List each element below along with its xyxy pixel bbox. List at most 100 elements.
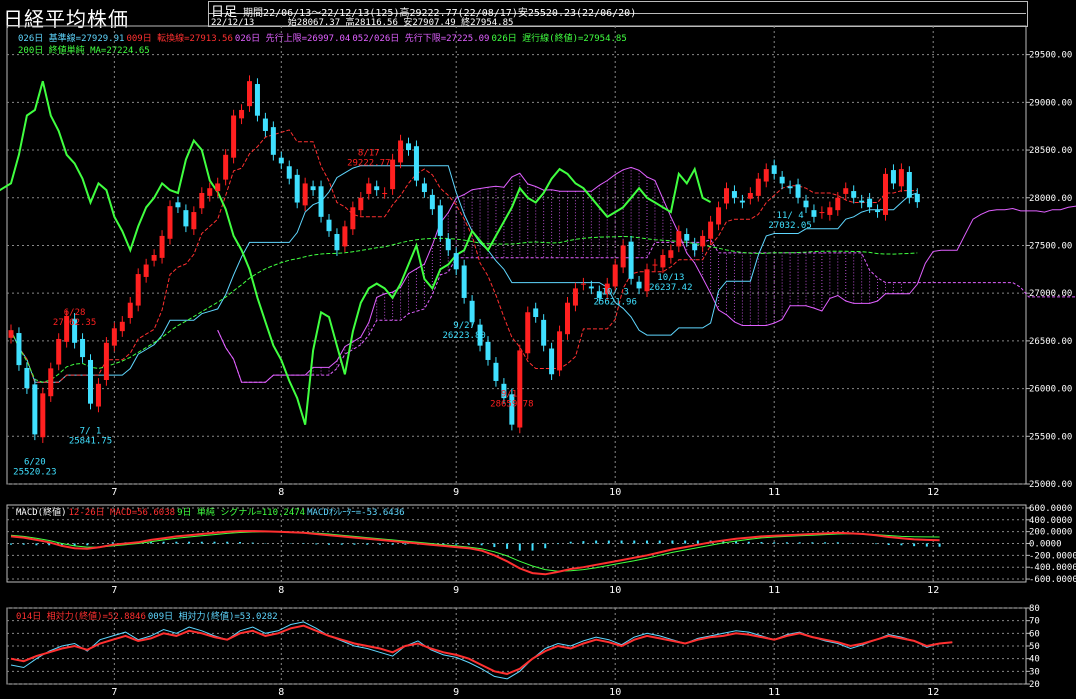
candle-body bbox=[461, 265, 467, 298]
rsi-ytick-label: 80 bbox=[1029, 604, 1040, 614]
candle-body bbox=[588, 286, 594, 289]
candle-body bbox=[843, 188, 849, 194]
annotation-date: 9/27 bbox=[453, 321, 475, 331]
annotation-date: 11/ 4 bbox=[777, 211, 804, 221]
candle-body bbox=[859, 200, 865, 203]
candle-body bbox=[906, 171, 912, 198]
price-xtick-label: 8 bbox=[278, 487, 284, 498]
candle-body bbox=[413, 146, 419, 181]
rsi-xtick-label: 9 bbox=[453, 687, 459, 698]
macd-ytick-label: -200.0000 bbox=[1029, 551, 1076, 561]
candle-body bbox=[867, 198, 873, 208]
candle-body bbox=[358, 197, 364, 211]
candle-body bbox=[111, 328, 117, 346]
candle-body bbox=[747, 192, 753, 199]
candle-body bbox=[270, 127, 276, 155]
candle-body bbox=[366, 183, 372, 194]
rsi-ytick-label: 30 bbox=[1029, 667, 1040, 677]
annotation-date: 6/28 bbox=[64, 308, 86, 318]
candle-body bbox=[215, 183, 221, 192]
annotation-value: 28659.78 bbox=[490, 400, 533, 410]
candle-body bbox=[310, 186, 316, 191]
rsi-xtick-label: 8 bbox=[278, 687, 284, 698]
candle-body bbox=[485, 341, 491, 360]
candle-body bbox=[716, 207, 722, 225]
macd-ytick-label: -400.0000 bbox=[1029, 563, 1076, 573]
candle-body bbox=[692, 243, 698, 251]
candle-body bbox=[851, 191, 857, 198]
macd-xtick-label: 11 bbox=[768, 585, 780, 596]
candle-body bbox=[724, 188, 729, 204]
candle-body bbox=[421, 183, 427, 193]
rsi-xtick-label: 12 bbox=[927, 687, 939, 698]
macd-xtick-label: 8 bbox=[278, 585, 284, 596]
candle-body bbox=[811, 210, 817, 217]
candle-body bbox=[437, 205, 443, 236]
candle-body bbox=[191, 212, 197, 230]
candle-body bbox=[708, 221, 714, 239]
candle-body bbox=[787, 186, 793, 189]
candle-body bbox=[827, 207, 833, 215]
candle-body bbox=[731, 191, 737, 198]
macd-xtick-label: 7 bbox=[111, 585, 117, 596]
candle-body bbox=[175, 202, 181, 208]
rsi-ytick-label: 50 bbox=[1029, 642, 1040, 652]
candle-body bbox=[668, 250, 674, 258]
candle-body bbox=[390, 159, 396, 190]
candle-body bbox=[636, 281, 642, 289]
annotation-value: 29222.77 bbox=[347, 158, 390, 168]
macd-ytick-label: 0.0000 bbox=[1029, 540, 1062, 550]
candle-body bbox=[565, 302, 570, 335]
annotation-date: 10/ 3 bbox=[602, 288, 629, 298]
price-ytick-label: 29000.00 bbox=[1029, 98, 1072, 108]
price-ytick-label: 28500.00 bbox=[1029, 146, 1072, 156]
candle-body bbox=[183, 210, 189, 227]
candle-body bbox=[453, 253, 459, 270]
candle-body bbox=[135, 274, 141, 306]
rsi-ytick-label: 70 bbox=[1029, 617, 1040, 627]
macd-ytick-label: 400.0000 bbox=[1029, 516, 1072, 526]
candle-body bbox=[779, 176, 785, 184]
price-xtick-label: 11 bbox=[768, 487, 780, 498]
candle-body bbox=[56, 338, 62, 365]
candle-body bbox=[350, 207, 356, 230]
annotation-value: 25621.96 bbox=[594, 298, 637, 308]
candle-body bbox=[103, 342, 109, 380]
rsi-ytick-label: 20 bbox=[1029, 680, 1040, 690]
price-ytick-label: 26500.00 bbox=[1029, 337, 1072, 347]
candle-body bbox=[493, 362, 499, 381]
ma-line bbox=[10, 235, 918, 383]
rsi-ytick-label: 60 bbox=[1029, 629, 1040, 639]
candle-body bbox=[628, 241, 634, 279]
candle-body bbox=[199, 192, 205, 209]
candle-body bbox=[262, 118, 268, 131]
price-ytick-label: 26000.00 bbox=[1029, 385, 1072, 395]
candle-body bbox=[24, 367, 30, 389]
candle-body bbox=[32, 384, 38, 435]
signal-line bbox=[10, 531, 940, 572]
candle-body bbox=[676, 231, 682, 247]
price-ytick-label: 27000.00 bbox=[1029, 289, 1072, 299]
candle-body bbox=[167, 206, 173, 239]
candle-body bbox=[95, 383, 101, 407]
candle-body bbox=[342, 226, 348, 247]
annotation-value: 25841.75 bbox=[69, 437, 112, 447]
candle-body bbox=[620, 245, 626, 268]
candle-body bbox=[819, 212, 825, 214]
candle-body bbox=[8, 330, 14, 338]
candle-body bbox=[294, 174, 300, 203]
candle-body bbox=[612, 264, 618, 287]
candle-body bbox=[159, 235, 165, 258]
candle-body bbox=[334, 234, 340, 251]
candle-body bbox=[469, 300, 475, 322]
candle-body bbox=[40, 393, 46, 438]
candle-body bbox=[684, 234, 690, 241]
annotation-value: 27032.05 bbox=[768, 221, 811, 231]
price-ytick-label: 25000.00 bbox=[1029, 480, 1072, 490]
candle-body bbox=[254, 84, 260, 116]
candle-body bbox=[557, 331, 563, 371]
macd-xtick-label: 12 bbox=[927, 585, 939, 596]
rsi-xtick-label: 10 bbox=[609, 687, 621, 698]
annotation-value: 27062.35 bbox=[53, 318, 96, 328]
macd-xtick-label: 9 bbox=[453, 585, 459, 596]
